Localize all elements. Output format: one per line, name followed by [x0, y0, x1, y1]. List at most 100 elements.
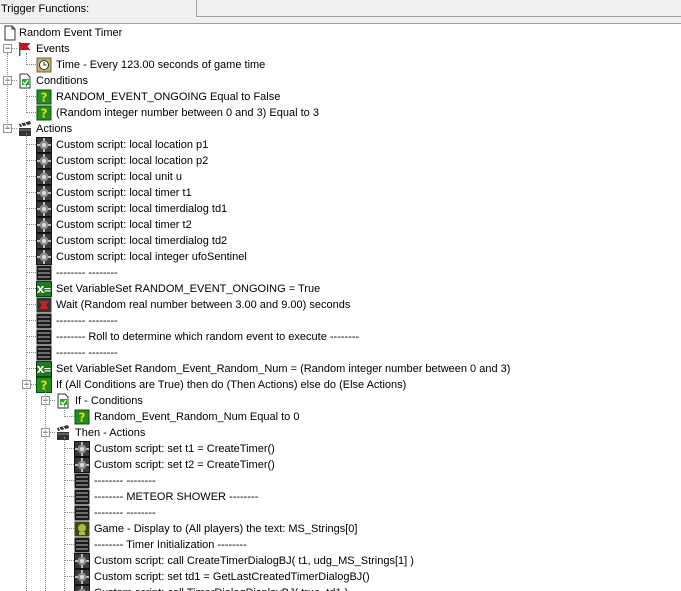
- tree-node-label: Custom script: set t1 = CreateTimer(): [94, 443, 275, 455]
- tree-guide: [7, 53, 9, 129]
- custom-script-icon: [36, 233, 52, 249]
- comment-icon: [36, 265, 52, 281]
- tree-node-label: Custom script: local timerdialog td2: [56, 235, 228, 247]
- condition-check-icon: ?: [74, 409, 90, 425]
- tree-node[interactable]: -------- --------: [0, 473, 681, 489]
- conditions-icon: [55, 393, 71, 409]
- tree-node[interactable]: -------- Roll to determine which random …: [0, 329, 681, 345]
- comment-icon: [74, 489, 90, 505]
- condition-check-icon: ?: [36, 105, 52, 121]
- tree-node-label: Game - Display to (All players) the text…: [94, 523, 358, 535]
- custom-script-icon: [74, 569, 90, 585]
- tree-node-label: Events: [36, 43, 70, 55]
- tree-node[interactable]: Custom script: call TimerDialogDisplayBJ…: [0, 585, 681, 591]
- collapse-toggle[interactable]: −: [3, 44, 12, 53]
- tree-node-label: -------- --------: [56, 315, 118, 327]
- custom-script-icon: [74, 441, 90, 457]
- tree-node[interactable]: -------- --------: [0, 505, 681, 521]
- tree-node-label: (Random integer number between 0 and 3) …: [56, 107, 319, 119]
- tree-node[interactable]: X = Set VariableSet RANDOM_EVENT_ONGOING =…: [0, 281, 681, 297]
- tree-node[interactable]: − Events: [0, 41, 681, 57]
- tree-node-label: Set VariableSet RANDOM_EVENT_ONGOING = T…: [56, 283, 321, 295]
- tree-node[interactable]: Time - Every 123.00 seconds of game time: [0, 57, 681, 73]
- tree-node[interactable]: -------- --------: [0, 313, 681, 329]
- tree-node[interactable]: -------- --------: [0, 265, 681, 281]
- game-display-icon: [74, 521, 90, 537]
- tree-node[interactable]: ? (Random integer number between 0 and 3)…: [0, 105, 681, 121]
- tree-node[interactable]: ? Random_Event_Random_Num Equal to 0: [0, 409, 681, 425]
- tree-node-label: RANDOM_EVENT_ONGOING Equal to False: [56, 91, 281, 103]
- tree-node[interactable]: Custom script: local integer ufoSentinel: [0, 249, 681, 265]
- trigger-tree[interactable]: Random Event Timer − Events Time - Every 12…: [0, 24, 681, 591]
- tree-node[interactable]: Custom script: local location p2: [0, 153, 681, 169]
- tree-guide: [64, 437, 66, 591]
- tree-node-label: -------- --------: [94, 507, 156, 519]
- tree-guide: [64, 405, 66, 417]
- tree-node[interactable]: Custom script: local unit u: [0, 169, 681, 185]
- svg-text:?: ?: [79, 411, 86, 425]
- tree-node[interactable]: Custom script: call CreateTimerDialogBJ(…: [0, 553, 681, 569]
- tree-node[interactable]: X = Set VariableSet Random_Event_Random_Nu…: [0, 361, 681, 377]
- tree-node-label: Custom script: set t2 = CreateTimer(): [94, 459, 275, 471]
- tree-node-label: Custom script: call CreateTimerDialogBJ(…: [94, 555, 414, 567]
- tree-node[interactable]: −? If (All Conditions are True) then do (…: [0, 377, 681, 393]
- svg-text:?: ?: [41, 107, 48, 121]
- tree-node-label: Random_Event_Random_Num Equal to 0: [94, 411, 300, 423]
- header-divider: [196, 16, 681, 17]
- tree-node-label: Conditions: [36, 75, 88, 87]
- tree-node[interactable]: -------- --------: [0, 345, 681, 361]
- clapboard-icon: [55, 425, 71, 441]
- tree-node-label: Custom script: call TimerDialogDisplayBJ…: [94, 585, 348, 591]
- tree-node[interactable]: Custom script: set td1 = GetLastCreatedT…: [0, 569, 681, 585]
- tree-node[interactable]: − If - Conditions: [0, 393, 681, 409]
- custom-script-icon: [74, 585, 90, 591]
- panel-title: Trigger Functions:: [1, 3, 90, 15]
- tree-node[interactable]: Random Event Timer: [0, 25, 681, 41]
- tree-node-label: Set VariableSet Random_Event_Random_Num …: [56, 363, 511, 375]
- tree-node-label: Custom script: local timerdialog td1: [56, 203, 228, 215]
- tree-node-label: -------- Timer Initialization --------: [94, 539, 247, 551]
- comment-icon: [36, 329, 52, 345]
- tree-node[interactable]: − Actions: [0, 121, 681, 137]
- clapboard-icon: [17, 121, 33, 137]
- set-variable-icon: X =: [36, 281, 52, 297]
- tree-node[interactable]: ? RANDOM_EVENT_ONGOING Equal to False: [0, 89, 681, 105]
- tree-node[interactable]: Custom script: local timerdialog td2: [0, 233, 681, 249]
- tree-node-label: If - Conditions: [75, 395, 143, 407]
- tree-node-label: -------- --------: [56, 347, 118, 359]
- tree-node[interactable]: − Then - Actions: [0, 425, 681, 441]
- tree-node[interactable]: Game - Display to (All players) the text…: [0, 521, 681, 537]
- trigger-functions-header: Trigger Functions:: [0, 0, 681, 24]
- trigger-doc-icon: [2, 25, 18, 41]
- comment-icon: [74, 505, 90, 521]
- tree-node-label: If (All Conditions are True) then do (Th…: [56, 379, 407, 391]
- tree-node-label: Custom script: local unit u: [56, 171, 182, 183]
- tree-node[interactable]: Custom script: set t1 = CreateTimer(): [0, 441, 681, 457]
- custom-script-icon: [36, 249, 52, 265]
- comment-icon: [36, 345, 52, 361]
- comment-icon: [36, 313, 52, 329]
- condition-check-icon: ?: [36, 89, 52, 105]
- tree-node[interactable]: -------- METEOR SHOWER --------: [0, 489, 681, 505]
- tree-node-label: Actions: [36, 123, 73, 135]
- custom-script-icon: [36, 137, 52, 153]
- comment-icon: [74, 537, 90, 553]
- custom-script-icon: [36, 169, 52, 185]
- tree-node[interactable]: Custom script: local timer t1: [0, 185, 681, 201]
- tree-node-label: -------- --------: [56, 267, 118, 279]
- custom-script-icon: [36, 201, 52, 217]
- tree-node-label: -------- Roll to determine which random …: [56, 331, 360, 343]
- header-divider: [196, 0, 197, 16]
- if-then-else-icon: ?: [36, 377, 52, 393]
- tree-node-label: Custom script: local location p2: [56, 155, 209, 167]
- tree-node[interactable]: Custom script: local timerdialog td1: [0, 201, 681, 217]
- tree-node[interactable]: Custom script: local location p1: [0, 137, 681, 153]
- tree-node[interactable]: Custom script: local timer t2: [0, 217, 681, 233]
- tree-node[interactable]: Custom script: set t2 = CreateTimer(): [0, 457, 681, 473]
- tree-guide: [26, 53, 28, 65]
- tree-node[interactable]: Wait (Random real number between 3.00 an…: [0, 297, 681, 313]
- comment-icon: [74, 473, 90, 489]
- tree-node[interactable]: − Conditions: [0, 73, 681, 89]
- tree-guide: [26, 133, 28, 591]
- tree-node[interactable]: -------- Timer Initialization --------: [0, 537, 681, 553]
